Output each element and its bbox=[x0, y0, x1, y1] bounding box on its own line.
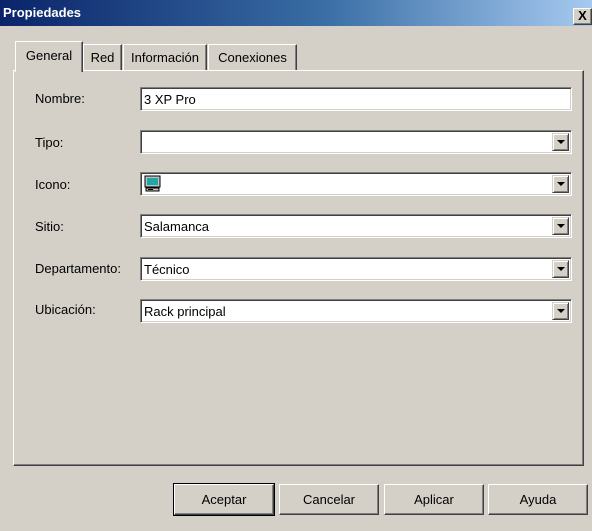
close-icon: X bbox=[578, 8, 587, 23]
close-button[interactable]: X bbox=[573, 8, 592, 25]
chevron-down-icon[interactable] bbox=[552, 133, 569, 151]
ayuda-button[interactable]: Ayuda bbox=[488, 484, 588, 515]
window-title: Propiedades bbox=[3, 5, 82, 20]
tab-red[interactable]: Red bbox=[83, 44, 122, 71]
cancelar-button[interactable]: Cancelar bbox=[279, 484, 379, 515]
nombre-field[interactable]: 3 XP Pro bbox=[140, 87, 572, 111]
chevron-down-icon[interactable] bbox=[552, 175, 569, 193]
tipo-label: Tipo: bbox=[35, 135, 64, 150]
ubicacion-label: Ubicación: bbox=[35, 302, 96, 317]
sitio-label: Sitio: bbox=[35, 219, 64, 234]
aplicar-button[interactable]: Aplicar bbox=[384, 484, 484, 515]
sitio-dropdown[interactable]: Salamanca bbox=[140, 214, 572, 238]
tab-informacion-label: Información bbox=[131, 50, 199, 65]
aceptar-button[interactable]: Aceptar bbox=[173, 483, 275, 516]
tab-general-label: General bbox=[25, 48, 73, 63]
tab-general[interactable]: General bbox=[15, 41, 83, 72]
ubicacion-value: Rack principal bbox=[144, 304, 226, 319]
chevron-down-icon[interactable] bbox=[552, 217, 569, 235]
nombre-label: Nombre: bbox=[35, 91, 85, 106]
tipo-dropdown[interactable] bbox=[140, 130, 572, 154]
tab-red-label: Red bbox=[90, 50, 115, 65]
nombre-value: 3 XP Pro bbox=[144, 92, 196, 107]
ubicacion-dropdown[interactable]: Rack principal bbox=[140, 299, 572, 323]
computer-icon bbox=[144, 175, 161, 192]
sitio-value: Salamanca bbox=[144, 219, 210, 234]
departamento-value: Técnico bbox=[144, 262, 190, 277]
title-bar[interactable]: Propiedades X bbox=[0, 0, 592, 26]
chevron-down-icon[interactable] bbox=[552, 302, 569, 320]
departamento-label: Departamento: bbox=[35, 261, 121, 276]
tab-conexiones[interactable]: Conexiones bbox=[208, 44, 297, 71]
icono-dropdown[interactable] bbox=[140, 172, 572, 196]
icono-label: Icono: bbox=[35, 177, 71, 192]
chevron-down-icon[interactable] bbox=[552, 260, 569, 278]
tab-informacion[interactable]: Información bbox=[123, 44, 207, 71]
tab-conexiones-label: Conexiones bbox=[218, 50, 287, 65]
departamento-dropdown[interactable]: Técnico bbox=[140, 257, 572, 281]
